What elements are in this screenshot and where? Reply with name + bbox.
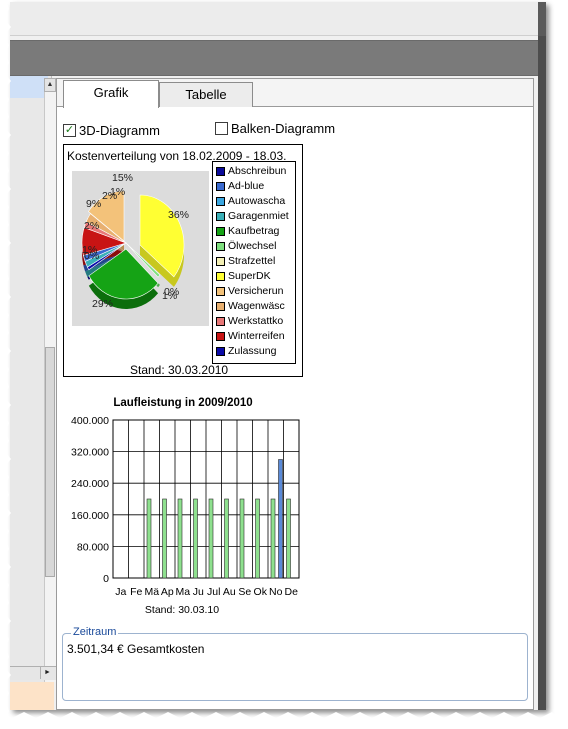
torn-bottom-edge — [0, 712, 568, 729]
torn-edge-decoration — [0, 0, 568, 729]
torn-left-edge — [0, 0, 11, 729]
screenshot-frame: ▲ ► Grafik Tabelle ✓ 3D-Diagramm Balken-… — [0, 0, 568, 729]
